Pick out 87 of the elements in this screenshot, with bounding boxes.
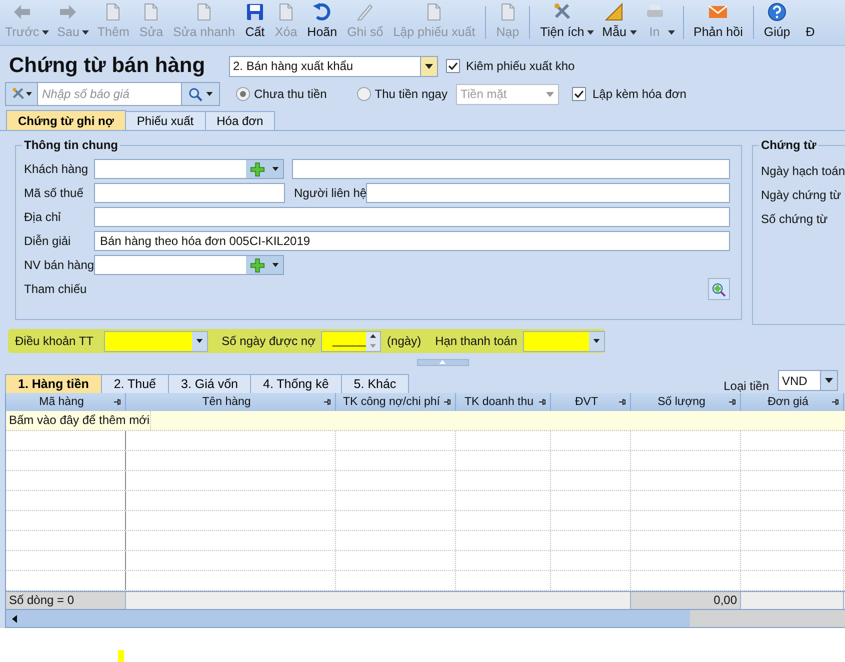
pin-icon (831, 398, 839, 406)
field-label: Ngày chứng từ (760, 188, 842, 202)
caret-icon (825, 378, 833, 383)
field-label: Tham chiếu (24, 282, 88, 296)
address-field[interactable] (94, 207, 730, 227)
up-arrow-icon (370, 334, 376, 338)
pin-icon (443, 398, 451, 406)
reference-button[interactable] (708, 278, 730, 300)
caret-icon (546, 92, 554, 96)
checkbox-label: Lập kèm hóa đơn (592, 87, 686, 101)
pin-icon (323, 398, 331, 406)
radio-button[interactable] (356, 87, 371, 101)
field-label: Hạn thanh toán (435, 334, 518, 348)
tab[interactable]: 4. Thống kê (250, 374, 342, 393)
undo-icon (312, 2, 332, 22)
checkbox[interactable] (446, 59, 460, 73)
field-label: Số ngày được nợ (222, 334, 316, 348)
caret-icon (196, 339, 203, 343)
tab[interactable]: 1. Hàng tiền (5, 374, 102, 393)
field-label: Địa chỉ (24, 210, 62, 224)
field-label: Điều khoản TT (15, 334, 94, 348)
field-label: Mã số thuế (24, 186, 84, 200)
quantity-total: 0,00 (631, 592, 741, 609)
group-title: Thông tin chung (22, 138, 120, 152)
field-label: Khách hàng (24, 162, 90, 176)
voucher-type-select[interactable]: 2. Bán hàng xuất khẩu (229, 56, 438, 76)
days-spin-field[interactable]: _____ (321, 330, 382, 352)
toolbar-button[interactable]: Mẫu (597, 0, 632, 39)
field-label: Ngày hạch toán (760, 164, 845, 178)
ruler-icon (604, 2, 624, 22)
down-arrow-icon (370, 344, 376, 348)
caret-icon (425, 64, 433, 68)
caret-icon (272, 167, 280, 171)
arrow-right-icon (58, 2, 78, 22)
tab[interactable]: 5. Khác (340, 374, 410, 393)
scroll-left-arrow-icon[interactable] (12, 614, 17, 622)
field-label: Diễn giải (24, 234, 72, 248)
radio-label: Thu tiền ngay (374, 87, 448, 101)
toolbar-button[interactable]: Tiện ích (535, 0, 590, 39)
horizontal-scrollbar[interactable] (6, 609, 845, 628)
customer-field[interactable] (94, 159, 284, 179)
tab[interactable]: 3. Giá vốn (168, 374, 251, 393)
salesperson-field[interactable] (94, 255, 284, 275)
toolbar-button[interactable]: Hoãn (302, 0, 342, 39)
tab[interactable]: 2. Thuế (100, 374, 170, 393)
unit-label: (ngày) (387, 334, 422, 348)
pin-icon (728, 398, 736, 406)
new-row-hint[interactable]: Bấm vào đây để thêm mới (6, 411, 151, 430)
help-icon (767, 2, 788, 22)
radio-label: Chưa thu tiền (254, 87, 327, 101)
pin-icon (113, 398, 121, 406)
tab[interactable]: Chứng từ ghi nợ (6, 110, 126, 130)
field-label: Loại tiền (724, 379, 769, 393)
row-count: Số dòng = 0 (6, 592, 126, 609)
field-label: NV bán hàng (24, 258, 94, 272)
tax-code-field[interactable] (94, 183, 285, 203)
due-date-field[interactable] (523, 330, 605, 352)
tab[interactable]: Hóa đơn (204, 111, 276, 130)
toolbar-button[interactable]: Đ (795, 0, 826, 39)
group-title: Chứng từ (758, 138, 818, 152)
contact-field[interactable] (366, 183, 730, 203)
payment-terms-select[interactable] (104, 330, 208, 352)
form-title: Chứng từ bán hàng (9, 54, 206, 78)
toolbar-button[interactable]: Giúp (758, 0, 796, 39)
currency-select[interactable]: VND (778, 370, 838, 391)
description-field[interactable]: Bán hàng theo hóa đơn 005CI-KIL2019 (94, 231, 730, 251)
toolbar-button[interactable]: Cất (240, 0, 270, 39)
radio-button[interactable] (236, 87, 250, 101)
highlight-mark (118, 650, 124, 662)
field-label: Số chứng từ (760, 212, 829, 226)
tab[interactable]: Phiếu xuất (124, 111, 206, 130)
pin-icon (538, 398, 546, 406)
caret-icon[interactable] (587, 30, 594, 35)
pin-icon (618, 398, 626, 406)
caret-icon (272, 263, 280, 267)
checkbox-label: Kiêm phiếu xuất kho (466, 59, 575, 73)
caret-icon[interactable] (630, 30, 636, 35)
tools-icon (552, 2, 572, 22)
customer-name-field[interactable] (292, 159, 730, 179)
field-label: Người liên hệ (294, 186, 366, 200)
pencil-icon (355, 2, 376, 22)
toolbar-button[interactable]: Phản hồi (688, 0, 748, 39)
plus-icon (250, 258, 265, 272)
plus-icon (250, 162, 265, 176)
checkbox[interactable] (572, 87, 586, 101)
caret-icon (593, 339, 600, 343)
collapse-handle[interactable] (416, 358, 468, 366)
